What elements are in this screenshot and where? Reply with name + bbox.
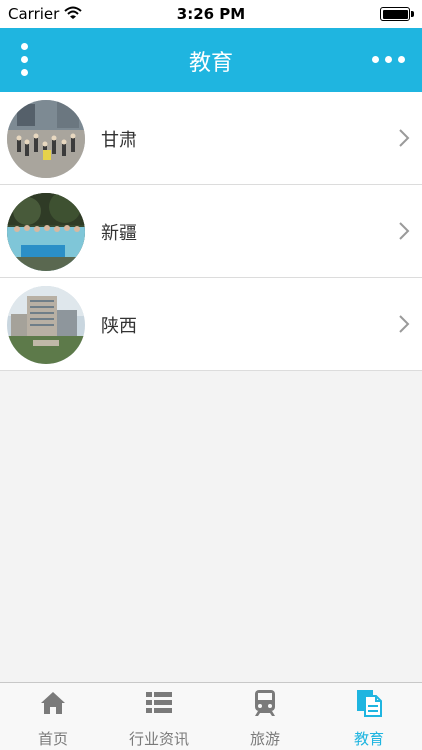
- more-horizontal-icon[interactable]: [372, 42, 410, 78]
- group-photo-stairs-thumbnail: [7, 100, 85, 178]
- group-photo-banner-thumbnail: [7, 193, 85, 271]
- tab-label: 首页: [37, 730, 68, 748]
- page-title: 教育: [188, 51, 233, 76]
- tab-label: 行业资讯: [128, 730, 189, 748]
- tab-label: 旅游: [249, 730, 280, 748]
- chevron-right-icon: [399, 222, 410, 240]
- list-item-label: 新疆: [101, 223, 137, 244]
- chevron-right-icon: [399, 315, 410, 333]
- list-icon: [146, 692, 172, 713]
- tab-bar: 首页 行业资讯 旅游 教育: [0, 682, 422, 750]
- train-icon: [255, 690, 275, 716]
- tab-education[interactable]: 教育: [316, 683, 422, 750]
- status-bar: Carrier 3:26 PM: [0, 0, 422, 28]
- document-icon: [357, 690, 382, 717]
- tab-home[interactable]: 首页: [0, 683, 106, 750]
- list-item[interactable]: 新疆: [0, 185, 422, 278]
- chevron-right-icon: [399, 129, 410, 147]
- list-item[interactable]: 陕西: [0, 278, 422, 371]
- list-item[interactable]: 甘肃: [0, 92, 422, 185]
- list-item-label: 陕西: [101, 316, 137, 337]
- tab-travel[interactable]: 旅游: [212, 683, 318, 750]
- tab-label: 教育: [353, 730, 384, 748]
- navigation-bar: 教育: [0, 28, 422, 92]
- home-icon: [41, 692, 65, 714]
- battery-icon: [380, 7, 414, 21]
- clock: 3:26 PM: [176, 5, 246, 23]
- region-list: 甘肃 新疆 陕西: [0, 92, 422, 371]
- tab-industry-news[interactable]: 行业资讯: [106, 683, 212, 750]
- building-photo-thumbnail: [7, 286, 85, 364]
- list-item-label: 甘肃: [101, 130, 137, 151]
